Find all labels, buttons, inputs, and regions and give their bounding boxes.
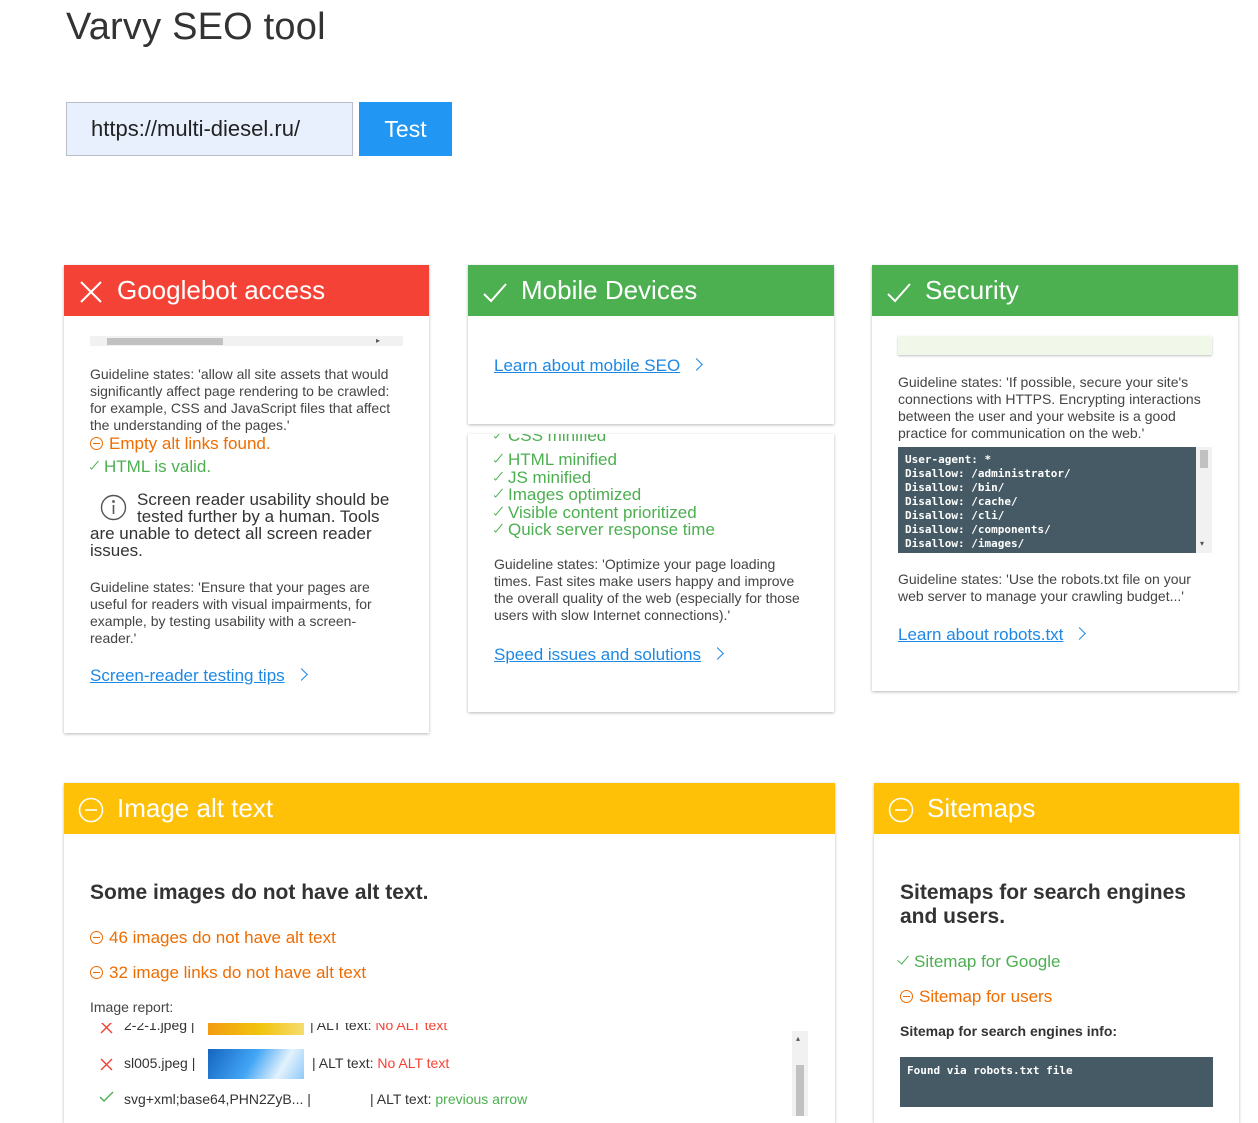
check-icon — [897, 952, 909, 965]
table-row: 2-2-1.jpeg | | ALT text: No ALT text — [90, 1023, 790, 1039]
cross-icon — [100, 1023, 113, 1034]
minus-icon — [90, 931, 103, 944]
speed-link[interactable]: Speed issues and solutions — [494, 645, 724, 665]
robots-guideline: Guideline states: 'Use the robots.txt fi… — [898, 571, 1191, 604]
url-input[interactable] — [66, 102, 353, 156]
chevron-right-icon — [711, 647, 724, 660]
mobile-header: Mobile Devices — [468, 265, 834, 316]
robots-link[interactable]: Learn about robots.txt — [898, 625, 1087, 645]
chevron-right-icon — [294, 668, 308, 681]
test-button[interactable]: Test — [359, 102, 452, 156]
mobile-seo-link[interactable]: Learn about mobile SEO — [494, 356, 704, 376]
speed-guideline: Guideline states: 'Optimize your page lo… — [494, 556, 800, 623]
mobile-title: Mobile Devices — [521, 275, 698, 305]
check-icon — [887, 283, 911, 303]
googlebot-title: Googlebot access — [117, 275, 326, 305]
minus-icon — [900, 990, 913, 1003]
googlebot-guideline-2: Guideline states: 'Ensure that your page… — [90, 579, 372, 646]
alt-text-heading: Some images do not have alt text. — [90, 881, 429, 904]
robots-scrollbar[interactable]: ▾ — [1196, 447, 1212, 553]
image-thumbnail — [208, 1049, 304, 1079]
alt-warning-images: 46 images do not have alt text — [90, 928, 336, 948]
sitemaps-heading: Sitemaps for search engines and users. — [900, 881, 1186, 928]
close-icon — [80, 281, 102, 303]
check-icon — [483, 283, 507, 303]
alt-warning-links: 32 image links do not have alt text — [90, 963, 366, 983]
chevron-right-icon — [1073, 627, 1087, 640]
https-box — [898, 336, 1212, 355]
image-report-scrollbar[interactable]: ▴ — [792, 1031, 808, 1116]
googlebot-card: Googlebot access ▸ Guideline states: 'al… — [64, 265, 429, 733]
speed-card: CSS minified HTML minified JS minified I… — [468, 434, 834, 712]
minus-circle-icon — [888, 797, 914, 823]
googlebot-header: Googlebot access — [64, 265, 429, 316]
table-row: sl005.jpeg | | ALT text: No ALT text — [90, 1048, 790, 1079]
horizontal-scrollbar[interactable]: ▸ — [90, 336, 403, 346]
cross-icon — [100, 1058, 113, 1071]
image-report-label: Image report: — [90, 999, 174, 1015]
security-title: Security — [925, 275, 1019, 305]
alt-text-header: Image alt text — [64, 783, 835, 834]
sitemap-info-label: Sitemap for search engines info: — [900, 1023, 1118, 1039]
list-item: HTML minified — [494, 450, 617, 470]
alt-text-title: Image alt text — [117, 793, 274, 823]
screen-reader-info: Screen reader usability should be tested… — [90, 490, 390, 560]
minus-icon — [90, 437, 103, 450]
list-item: HTML is valid. — [90, 457, 211, 477]
security-card: Security Guideline states: 'If possible,… — [872, 265, 1238, 691]
security-header: Security — [872, 265, 1238, 316]
list-item: Quick server response time — [494, 520, 715, 540]
mobile-card: Mobile Devices Learn about mobile SEO — [468, 265, 834, 424]
sitemaps-card: Sitemaps Sitemaps for search engines and… — [874, 783, 1239, 1123]
image-thumbnail — [208, 1023, 304, 1035]
speed-items: CSS minified HTML minified JS minified I… — [494, 434, 824, 542]
sitemap-info-box: Found via robots.txt file — [900, 1057, 1213, 1107]
sitemaps-header: Sitemaps — [874, 783, 1239, 834]
chevron-right-icon — [690, 358, 704, 371]
alt-text-card: Image alt text Some images do not have a… — [64, 783, 835, 1123]
page-title: Varvy SEO tool — [66, 6, 326, 48]
robots-txt-box: User-agent: * Disallow: /administrator/ … — [898, 447, 1196, 553]
check-icon — [99, 1091, 114, 1102]
minus-icon — [90, 966, 103, 979]
list-item: Images optimized — [494, 485, 641, 505]
screen-reader-link[interactable]: Screen-reader testing tips — [90, 666, 308, 686]
image-report-list: 2-2-1.jpeg | | ALT text: No ALT text sl0… — [90, 1023, 794, 1113]
check-icon — [90, 457, 99, 470]
list-item: CSS minified — [494, 434, 606, 446]
list-item: Empty alt links found. — [90, 437, 271, 454]
security-guideline: Guideline states: 'If possible, secure y… — [898, 374, 1201, 441]
sitemap-users-item: Sitemap for users — [900, 987, 1052, 1007]
googlebot-guideline: Guideline states: 'allow all site assets… — [90, 366, 391, 433]
sitemaps-title: Sitemaps — [927, 793, 1036, 823]
googlebot-items: Empty alt links found. HTML is valid. — [90, 437, 410, 477]
info-icon — [100, 494, 127, 521]
sitemap-google-item: Sitemap for Google — [897, 952, 1060, 972]
table-row: svg+xml;base64,PHN2ZyB... | | ALT text: … — [90, 1085, 790, 1109]
minus-circle-icon — [78, 797, 104, 823]
